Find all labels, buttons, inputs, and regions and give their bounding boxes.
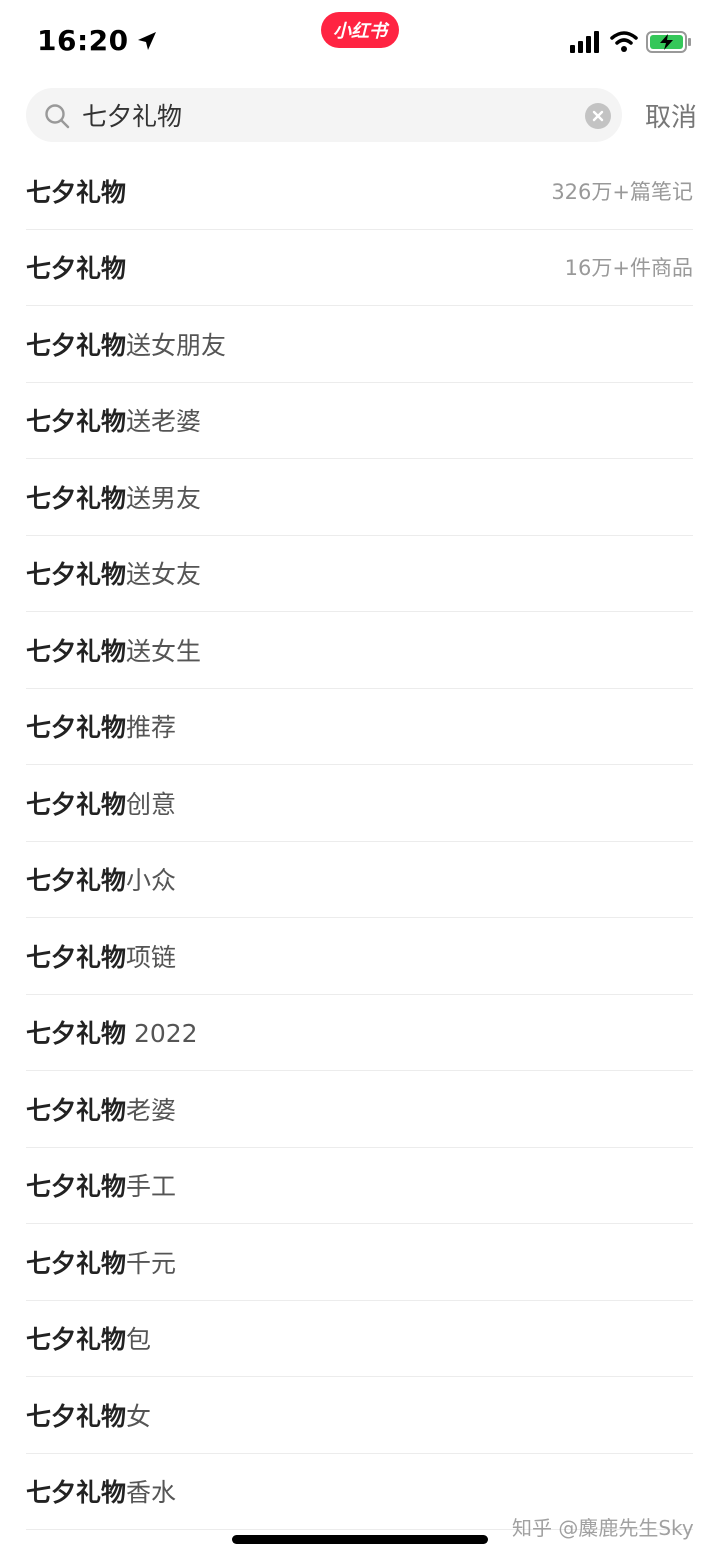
suggestion-keyword: 七夕礼物 xyxy=(26,1172,127,1202)
suggestion-suffix: 项链 xyxy=(126,942,177,972)
suggestion-item[interactable]: 七夕礼物项链 xyxy=(26,918,693,995)
signal-icon xyxy=(570,31,599,53)
suggestion-suffix: 包 xyxy=(126,1325,152,1355)
suggestion-suffix: 推荐 xyxy=(126,713,177,743)
app-badge[interactable]: 小红书 xyxy=(321,12,399,48)
suggestion-text: 七夕礼物包 xyxy=(26,1320,151,1356)
suggestion-text: 七夕礼物推荐 xyxy=(26,708,176,744)
suggestion-item[interactable]: 七夕礼物创意 xyxy=(26,765,693,842)
suggestion-text: 七夕礼物 2022 xyxy=(26,1014,198,1050)
status-time: 16:20 xyxy=(37,24,129,57)
suggestion-text: 七夕礼物手工 xyxy=(26,1167,176,1203)
home-indicator[interactable] xyxy=(232,1535,488,1544)
suggestion-text: 七夕礼物 xyxy=(26,173,126,209)
suggestion-text: 七夕礼物 xyxy=(26,249,126,285)
search-box[interactable] xyxy=(26,88,622,142)
location-arrow-icon xyxy=(137,31,156,50)
suggestion-keyword: 七夕礼物 xyxy=(26,330,127,360)
suggestion-suffix: 送女生 xyxy=(126,636,202,666)
suggestion-suffix: 送男友 xyxy=(126,483,202,513)
suggestion-keyword: 七夕礼物 xyxy=(26,1478,127,1508)
search-suggestion-page: 16:20 小红书 七夕礼物 取消 七夕礼物 326万+篇笔记 七夕礼物 16万… xyxy=(0,0,720,1558)
search-input[interactable] xyxy=(82,88,572,142)
suggestion-item[interactable]: 七夕礼物推荐 xyxy=(26,689,693,765)
status-bar: 16:20 小红书 xyxy=(0,0,720,84)
suggestion-keyword: 七夕礼物 xyxy=(26,1095,127,1125)
suggestion-text: 七夕礼物送男友 xyxy=(26,479,201,515)
suggestion-item[interactable]: 七夕礼物送老婆 xyxy=(26,383,693,459)
suggestion-item[interactable]: 七夕礼物送男友 xyxy=(26,459,693,536)
watermark: 知乎 @麋鹿先生Sky xyxy=(512,1516,694,1540)
suggestion-keyword: 七夕礼物 xyxy=(26,636,127,666)
suggestion-keyword: 七夕礼物 xyxy=(26,407,127,437)
suggestion-text: 七夕礼物千元 xyxy=(26,1244,176,1280)
cancel-button[interactable]: 取消 xyxy=(637,88,697,142)
suggestion-keyword: 七夕礼物 xyxy=(26,254,127,284)
suggestion-item[interactable]: 七夕礼物小众 xyxy=(26,842,693,918)
suggestion-item[interactable]: 七夕礼物送女友 xyxy=(26,536,693,612)
wifi-icon xyxy=(610,31,638,52)
suggestion-list: 七夕礼物 326万+篇笔记 七夕礼物 16万+件商品 七夕礼物送女朋友 七夕礼物送老婆 七夕… xyxy=(26,153,693,1530)
suggestion-keyword: 七夕礼物 xyxy=(26,177,127,207)
suggestion-text: 七夕礼物送女友 xyxy=(26,555,201,591)
suggestion-item[interactable]: 七夕礼物送女生 xyxy=(26,612,693,689)
suggestion-keyword: 七夕礼物 xyxy=(26,866,127,896)
suggestion-suffix: 送女朋友 xyxy=(126,330,227,360)
suggestion-text: 七夕礼物老婆 xyxy=(26,1091,176,1127)
suggestion-item[interactable]: 七夕礼物 326万+篇笔记 xyxy=(26,153,693,230)
suggestion-item[interactable]: 七夕礼物手工 xyxy=(26,1148,693,1224)
suggestion-item[interactable]: 七夕礼物包 xyxy=(26,1301,693,1377)
suggestion-text: 七夕礼物小众 xyxy=(26,861,176,897)
suggestion-item[interactable]: 七夕礼物 16万+件商品 xyxy=(26,230,693,306)
suggestion-keyword: 七夕礼物 xyxy=(26,942,127,972)
battery-charging-icon xyxy=(646,31,691,53)
suggestion-item[interactable]: 七夕礼物老婆 xyxy=(26,1071,693,1148)
suggestion-suffix: 女 xyxy=(126,1401,152,1431)
suggestion-text: 七夕礼物女 xyxy=(26,1397,151,1433)
search-icon xyxy=(45,104,70,129)
clear-icon[interactable] xyxy=(585,103,611,129)
suggestion-suffix: 送老婆 xyxy=(126,407,202,437)
suggestion-suffix: 2022 xyxy=(126,1019,198,1049)
suggestion-text: 七夕礼物项链 xyxy=(26,938,176,974)
search-row: 取消 xyxy=(26,88,697,142)
suggestion-text: 七夕礼物送老婆 xyxy=(26,402,201,438)
status-icons xyxy=(570,30,692,54)
suggestion-suffix: 老婆 xyxy=(126,1095,177,1125)
suggestion-keyword: 七夕礼物 xyxy=(26,789,127,819)
suggestion-item[interactable]: 七夕礼物女 xyxy=(26,1377,693,1454)
time-group: 16:20 xyxy=(37,24,159,57)
suggestion-text: 七夕礼物香水 xyxy=(26,1473,176,1509)
suggestion-keyword: 七夕礼物 xyxy=(26,1401,127,1431)
suggestion-suffix: 千元 xyxy=(126,1248,177,1278)
suggestion-suffix: 小众 xyxy=(126,866,177,896)
suggestion-text: 七夕礼物送女朋友 xyxy=(26,326,226,362)
suggestion-item[interactable]: 七夕礼物 2022 xyxy=(26,995,693,1071)
suggestion-keyword: 七夕礼物 xyxy=(26,1019,127,1049)
suggestion-suffix: 手工 xyxy=(126,1172,177,1202)
suggestion-count: 326万+篇笔记 xyxy=(551,179,693,204)
suggestion-suffix: 送女友 xyxy=(126,560,202,590)
suggestion-suffix: 创意 xyxy=(126,789,177,819)
suggestion-text: 七夕礼物创意 xyxy=(26,785,176,821)
suggestion-text: 七夕礼物送女生 xyxy=(26,632,201,668)
suggestion-count: 16万+件商品 xyxy=(564,256,693,281)
suggestion-keyword: 七夕礼物 xyxy=(26,483,127,513)
suggestion-keyword: 七夕礼物 xyxy=(26,1248,127,1278)
suggestion-suffix: 香水 xyxy=(126,1478,177,1508)
suggestion-keyword: 七夕礼物 xyxy=(26,560,127,590)
suggestion-keyword: 七夕礼物 xyxy=(26,1325,127,1355)
suggestion-keyword: 七夕礼物 xyxy=(26,713,127,743)
suggestion-item[interactable]: 七夕礼物送女朋友 xyxy=(26,306,693,383)
suggestion-item[interactable]: 七夕礼物千元 xyxy=(26,1224,693,1301)
